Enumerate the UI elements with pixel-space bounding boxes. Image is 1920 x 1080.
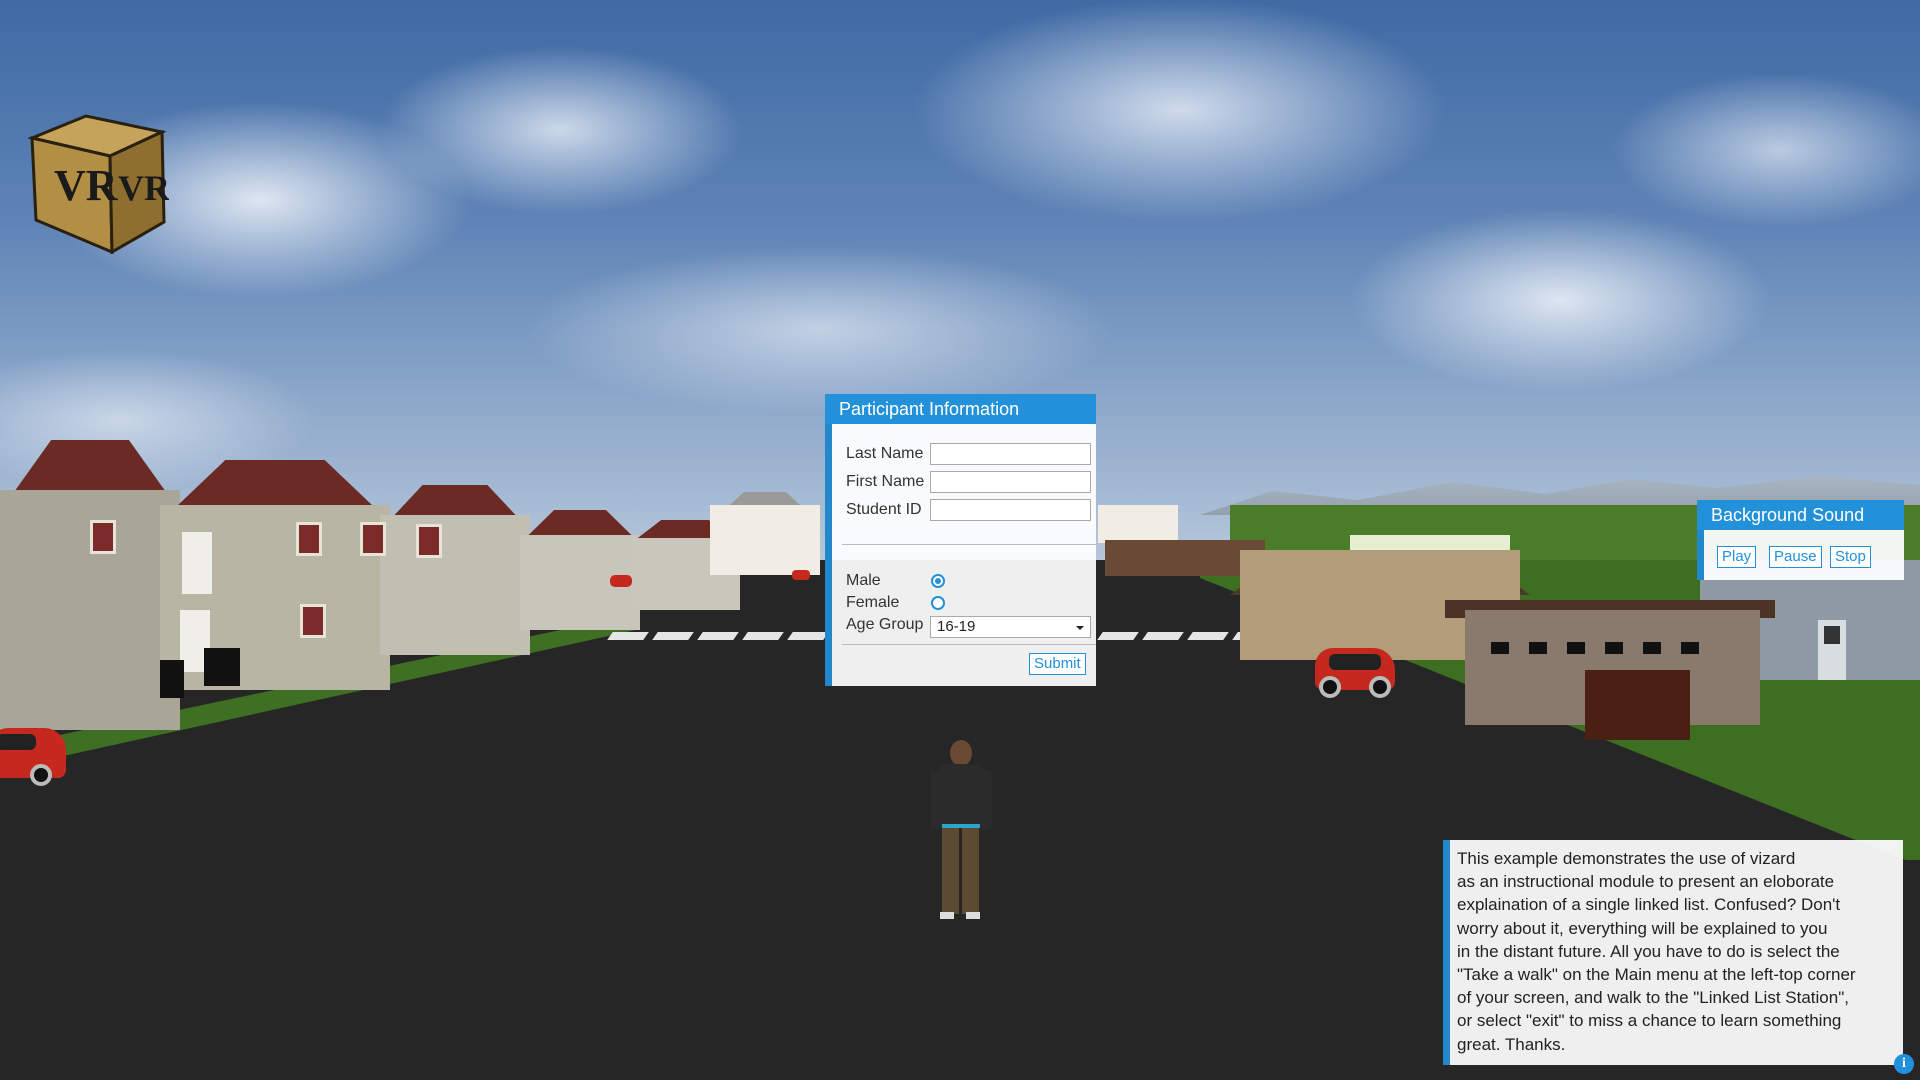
svg-text:VR: VR — [54, 161, 119, 210]
form-divider — [842, 544, 1096, 545]
participant-info-panel: Participant Information Last Name First … — [825, 394, 1096, 686]
instructions-text: This example demonstrates the use of viz… — [1457, 849, 1856, 1054]
crosswalk-stripe — [787, 632, 829, 640]
player-avatar[interactable] — [930, 740, 992, 920]
red-car — [792, 570, 810, 580]
first-name-input[interactable] — [930, 471, 1091, 493]
female-radio[interactable] — [931, 596, 945, 610]
house — [380, 485, 530, 655]
student-id-input[interactable] — [930, 499, 1091, 521]
last-name-input[interactable] — [930, 443, 1091, 465]
chevron-down-icon — [1076, 626, 1084, 630]
info-icon[interactable]: i — [1894, 1054, 1914, 1074]
shed-door — [1818, 620, 1846, 680]
trash-bin — [160, 660, 184, 698]
distant-white-house — [710, 505, 820, 575]
panel-title: Participant Information — [825, 394, 1096, 424]
male-label: Male — [846, 572, 881, 589]
trash-bin — [204, 648, 240, 686]
crosswalk-stripe — [607, 632, 649, 640]
crosswalk-stripe — [1187, 632, 1229, 640]
age-group-label: Age Group — [846, 616, 924, 633]
garage-door — [1585, 670, 1690, 740]
house-door — [182, 532, 212, 594]
female-label: Female — [846, 594, 900, 611]
crosswalk-stripe — [742, 632, 784, 640]
crosswalk-stripe — [697, 632, 739, 640]
stop-button[interactable]: Stop — [1830, 546, 1871, 568]
last-name-label: Last Name — [846, 445, 924, 462]
vr-lab-cube-logo[interactable]: VR VR — [24, 112, 169, 254]
pause-button[interactable]: Pause — [1769, 546, 1822, 568]
panel-title: Background Sound — [1697, 500, 1904, 530]
background-sound-panel: Background Sound Play Pause Stop — [1697, 500, 1904, 580]
first-name-label: First Name — [846, 473, 925, 490]
form-divider — [842, 644, 1096, 645]
age-group-select[interactable]: 16-19 — [930, 616, 1091, 638]
age-group-value: 16-19 — [937, 618, 976, 635]
house-window — [360, 522, 386, 556]
house — [0, 440, 180, 730]
house-window — [416, 524, 442, 558]
submit-button[interactable]: Submit — [1029, 653, 1086, 675]
red-car — [1315, 648, 1395, 698]
instructions-panel: This example demonstrates the use of viz… — [1443, 840, 1903, 1065]
crosswalk-stripe — [652, 632, 694, 640]
house-window — [90, 520, 116, 554]
crosswalk-stripe — [1142, 632, 1184, 640]
play-button[interactable]: Play — [1717, 546, 1757, 568]
male-radio[interactable] — [931, 574, 945, 588]
house — [520, 510, 640, 630]
house-window — [300, 604, 326, 638]
crosswalk-stripe — [1097, 632, 1139, 640]
house-window — [296, 522, 322, 556]
svg-text:VR: VR — [118, 168, 169, 208]
student-id-label: Student ID — [846, 501, 922, 518]
red-car — [610, 575, 632, 587]
red-car — [0, 728, 66, 786]
distant-white-house — [1098, 505, 1178, 543]
